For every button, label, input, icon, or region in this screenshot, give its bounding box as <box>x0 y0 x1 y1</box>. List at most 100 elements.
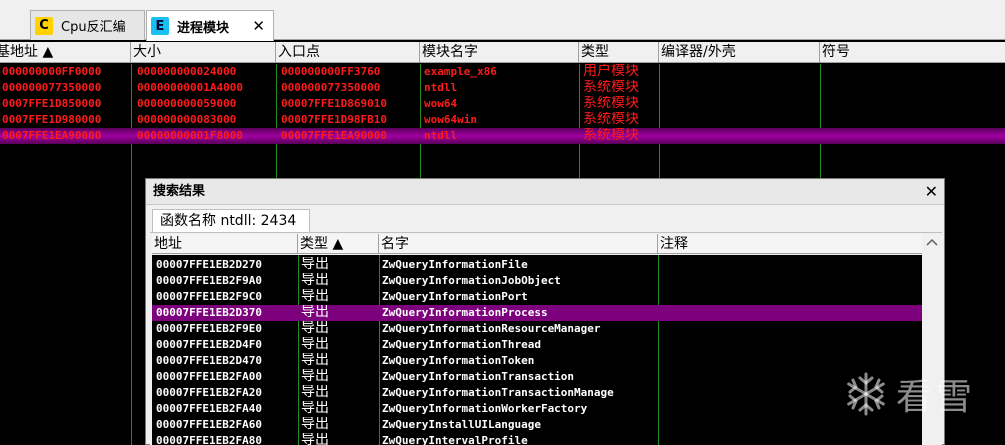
table-row[interactable]: 00007FFE1EB2D470 导出 ZwQueryInformationTo… <box>152 353 922 369</box>
function-name: ZwQueryInstallUILanguage <box>382 418 541 431</box>
column-type[interactable]: 类型 <box>579 42 659 63</box>
function-name: ZwQueryInformationToken <box>382 354 535 367</box>
function-address: 00007FFE1EB2FA40 <box>156 402 262 415</box>
module-size: 000000000083000 <box>137 113 237 126</box>
function-type: 导出 <box>301 369 329 384</box>
table-row[interactable]: 00007FFE1EB2FA40 导出 ZwQueryInformationWo… <box>152 401 922 417</box>
dialog-title-text: 搜索结果 <box>153 184 206 199</box>
function-type: 导出 <box>301 353 329 368</box>
function-name: ZwQueryInformationPort <box>382 290 528 303</box>
column-comment[interactable]: 注释 <box>658 234 922 254</box>
function-address: 00007FFE1EB2D4F0 <box>156 338 262 351</box>
module-type: 系统模块 <box>583 96 639 111</box>
table-row[interactable]: 000000000FF0000 000000000024000 00000000… <box>0 64 1005 80</box>
table-row[interactable]: 0007FFE1D850000 000000000059000 00007FFE… <box>0 96 1005 112</box>
column-module-name[interactable]: 模块名字 <box>420 42 579 63</box>
results-table-header: 地址 类型 ▲ 名字 注释 <box>152 234 922 254</box>
entry-point: 000000000FF3760 <box>281 65 381 78</box>
table-row[interactable]: 000000077350000 00000000001A4000 0000000… <box>0 80 1005 96</box>
function-name: ZwQueryInformationJobObject <box>382 274 561 287</box>
function-address: 00007FFE1EB2FA80 <box>156 434 262 445</box>
table-row[interactable]: 00007FFE1EB2FA60 导出 ZwQueryInstallUILang… <box>152 417 922 433</box>
scroll-up-icon[interactable] <box>926 238 938 246</box>
module-type: 系统模块 <box>583 80 639 95</box>
function-address: 00007FFE1EB2D470 <box>156 354 262 367</box>
function-name: ZwQueryInformationFile <box>382 258 528 271</box>
function-type: 导出 <box>301 401 329 416</box>
search-results-dialog: 搜索结果 ✕ 函数名称 ntdll: 2434 地址 类型 ▲ 名字 注释 00… <box>145 178 945 445</box>
watermark-text: 看雪 <box>896 377 977 418</box>
tab-process-modules[interactable]: E 进程模块 ✕ <box>146 10 274 41</box>
tab-strip: C Cpu反汇编 E 进程模块 ✕ <box>0 0 1005 41</box>
base-address: 000000077350000 <box>2 81 102 94</box>
column-name[interactable]: 名字 <box>379 234 658 254</box>
watermark: 看雪 <box>842 366 976 422</box>
table-row[interactable]: 00007FFE1EB2D4F0 导出 ZwQueryInformationTh… <box>152 337 922 353</box>
tab-label: Cpu反汇编 <box>61 20 126 35</box>
cpu-icon: C <box>35 16 53 35</box>
column-compiler[interactable]: 编译器/外壳 <box>659 42 820 63</box>
entry-point: 000000077350000 <box>281 81 381 94</box>
module-size: 000000000059000 <box>137 97 237 110</box>
function-type: 导出 <box>301 433 329 445</box>
function-address: 00007FFE1EB2F9C0 <box>156 290 262 303</box>
entry-point: 00007FFE1D98FB10 <box>281 113 387 126</box>
close-icon[interactable]: ✕ <box>252 17 265 35</box>
function-name: ZwQueryInformationProcess <box>382 306 548 319</box>
modules-icon: E <box>151 17 169 35</box>
function-type: 导出 <box>301 257 329 272</box>
module-type: 用户模块 <box>583 64 639 79</box>
module-name: wow64win <box>424 113 477 126</box>
base-address: 000000000FF0000 <box>2 65 102 78</box>
module-table-header: 基地址 ▲ 大小 入口点 模块名字 类型 编译器/外壳 符号 <box>0 42 1005 63</box>
entry-point: 00007FFE1D869010 <box>281 97 387 110</box>
function-type: 导出 <box>301 385 329 400</box>
column-type[interactable]: 类型 ▲ <box>298 234 379 254</box>
function-name: ZwQueryInformationWorkerFactory <box>382 402 588 415</box>
function-address: 00007FFE1EB2FA00 <box>156 370 262 383</box>
base-address: 0007FFE1EA90000 <box>2 129 102 142</box>
function-address: 00007FFE1EB2FA60 <box>156 418 262 431</box>
module-type: 系统模块 <box>583 112 639 127</box>
function-type: 导出 <box>301 337 329 352</box>
column-size[interactable]: 大小 <box>131 42 276 63</box>
module-name: wow64 <box>424 97 458 110</box>
table-row-selected[interactable]: 00007FFE1EB2D370 导出 ZwQueryInformationPr… <box>152 305 922 321</box>
module-size: 00000000001F8000 <box>137 129 243 142</box>
table-row-selected[interactable]: 0007FFE1EA90000 00000000001F8000 00007FF… <box>0 128 1005 144</box>
function-address: 00007FFE1EB2F9E0 <box>156 322 262 335</box>
dialog-title: 搜索结果 ✕ <box>146 179 944 205</box>
function-name: ZwQueryInformationTransactionManage <box>382 386 614 399</box>
module-name: example_x86 <box>424 65 497 78</box>
module-size: 000000000024000 <box>137 65 237 78</box>
function-name: ZwQueryInformationTransaction <box>382 370 575 383</box>
table-row[interactable]: 00007FFE1EB2FA80 导出 ZwQueryIntervalProfi… <box>152 433 922 445</box>
column-entry-point[interactable]: 入口点 <box>276 42 420 63</box>
function-type: 导出 <box>301 417 329 432</box>
table-row[interactable]: 00007FFE1EB2D270 导出 ZwQueryInformationFi… <box>152 257 922 273</box>
table-row[interactable]: 00007FFE1EB2FA00 导出 ZwQueryInformationTr… <box>152 369 922 385</box>
function-address: 00007FFE1EB2D270 <box>156 258 262 271</box>
close-icon[interactable]: ✕ <box>925 179 938 205</box>
function-address: 00007FFE1EB2FA20 <box>156 386 262 399</box>
function-address: 00007FFE1EB2F9A0 <box>156 274 262 287</box>
table-row[interactable]: 00007FFE1EB2F9C0 导出 ZwQueryInformationPo… <box>152 289 922 305</box>
tab-function-names[interactable]: 函数名称 ntdll: 2434 <box>152 209 310 233</box>
tab-label: 进程模块 <box>177 20 230 36</box>
base-address: 0007FFE1D850000 <box>2 97 102 110</box>
function-type: 导出 <box>301 305 329 320</box>
module-name: ntdll <box>424 129 458 142</box>
function-name: ZwQueryInformationResourceManager <box>382 322 601 335</box>
column-symbol[interactable]: 符号 <box>820 42 1005 63</box>
results-frame: 地址 类型 ▲ 名字 注释 00007FFE1EB2D270 导出 ZwQuer… <box>150 232 942 445</box>
snowflake-icon <box>847 372 885 416</box>
function-type: 导出 <box>301 273 329 288</box>
tab-cpu-disassembly[interactable]: C Cpu反汇编 <box>30 10 145 40</box>
column-base-address[interactable]: 基地址 ▲ <box>0 42 131 63</box>
table-row[interactable]: 00007FFE1EB2F9A0 导出 ZwQueryInformationJo… <box>152 273 922 289</box>
table-row[interactable]: 0007FFE1D980000 000000000083000 00007FFE… <box>0 112 1005 128</box>
column-address[interactable]: 地址 <box>152 234 298 254</box>
table-row[interactable]: 00007FFE1EB2FA20 导出 ZwQueryInformationTr… <box>152 385 922 401</box>
table-row[interactable]: 00007FFE1EB2F9E0 导出 ZwQueryInformationRe… <box>152 321 922 337</box>
function-name: ZwQueryInformationThread <box>382 338 541 351</box>
